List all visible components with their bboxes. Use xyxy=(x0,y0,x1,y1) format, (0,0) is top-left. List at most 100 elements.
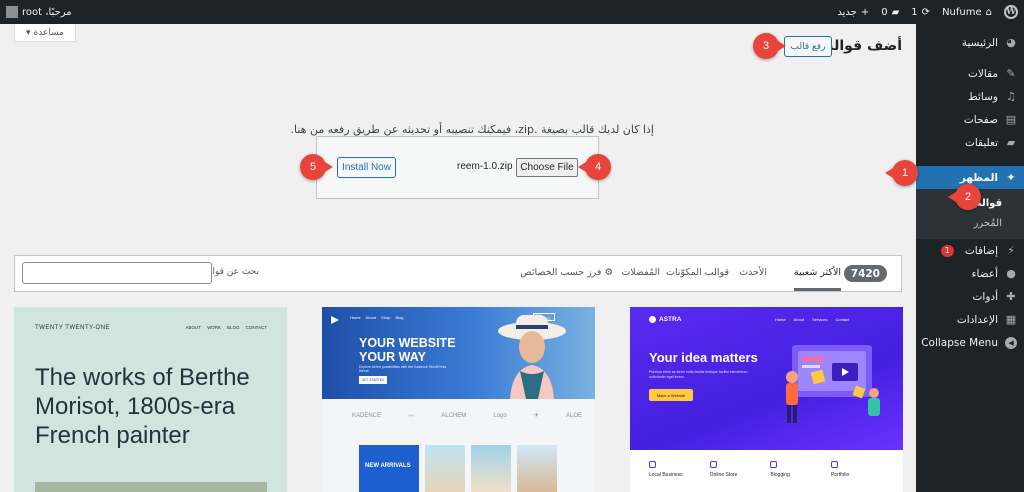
astra-illustration xyxy=(786,345,880,423)
feature-filter-label: فرز حسب الخصائص xyxy=(520,267,602,278)
kadence-nav-item: Home xyxy=(350,315,361,320)
partner-logo: Logo xyxy=(493,412,507,419)
sidebar-item-media[interactable]: ♫ وسائط xyxy=(916,85,1024,108)
comments-count: 0 xyxy=(881,6,888,18)
tt1-nav-item: CONTACT xyxy=(245,325,267,330)
home-icon: ⌂ xyxy=(985,6,992,18)
tab-block-themes[interactable]: قوالب المكوّنات xyxy=(666,267,729,291)
astra-subtext: Pulvinar enim ac tortor nulla facilisi t… xyxy=(649,370,748,379)
wordpress-logo-icon: W xyxy=(1004,5,1018,19)
annotation-marker-3: 3 xyxy=(753,33,786,59)
sidebar-item-tools[interactable]: ✚ أدوات xyxy=(916,285,1024,308)
theme-count-badge: 7420 xyxy=(843,265,887,282)
annotation-marker-5: 5 xyxy=(300,154,333,180)
submenu-item-editor[interactable]: المُحرر xyxy=(916,213,1024,233)
tools-icon: ✚ xyxy=(1006,290,1016,303)
sidebar-item-comments[interactable]: ▰ تعليقات xyxy=(916,131,1024,154)
admin-bar: W ⌂ Nufume ⟳ 1 ▰ 0 + جديد مرحبًا، root xyxy=(0,0,1024,24)
astra-nav: Home About Services Contact xyxy=(775,317,849,322)
account-menu[interactable]: مرحبًا، root xyxy=(0,0,78,24)
updates-menu[interactable]: ⟳ 1 xyxy=(905,0,936,24)
sidebar-item-label: المظهر xyxy=(959,171,998,184)
astra-feature-label: Portfolio xyxy=(830,472,850,478)
upload-description: إذا كان لديك قالب بصيغة .zip، فيمكنك تنص… xyxy=(290,123,655,136)
admin-sidebar: ◕ الرئيسية ✎ مقالات ♫ وسائط ▤ صفحات ▰ تع… xyxy=(916,24,1024,492)
new-content-menu[interactable]: + جديد xyxy=(831,0,875,24)
store-icon xyxy=(649,461,656,468)
sidebar-item-label: الرئيسية xyxy=(961,36,998,49)
help-label: مساعدة xyxy=(33,27,64,38)
theme-filter-bar: 7420 الأكثر شعبية الأحدث قوالب المكوّنات… xyxy=(14,255,902,292)
theme-card-twenty-twenty-one[interactable]: TWENTY TWENTY-ONE ABOUT WORK BLOG CONTAC… xyxy=(14,307,287,492)
sidebar-item-dashboard[interactable]: ◕ الرئيسية xyxy=(916,31,1024,54)
sidebar-item-posts[interactable]: ✎ مقالات xyxy=(916,62,1024,85)
pin-icon: ✎ xyxy=(1006,67,1016,80)
tab-latest[interactable]: الأحدث xyxy=(739,267,767,291)
sidebar-item-settings[interactable]: ▦ الإعدادات xyxy=(916,308,1024,331)
astra-cta: Make a Website xyxy=(649,389,693,401)
help-tab-button[interactable]: مساعدة ▾ xyxy=(14,24,76,42)
sidebar-item-label: أدوات xyxy=(972,290,998,303)
bag-icon xyxy=(709,461,717,468)
main-content: مساعدة ▾ أضف قوالب رفع قالب إذا كان لديك… xyxy=(0,24,916,492)
astra-logo-icon xyxy=(649,316,656,323)
kadence-arrivals-tile: NEW ARRIVALS xyxy=(359,445,419,492)
search-themes-input[interactable] xyxy=(22,262,212,284)
astra-logo-text: ASTRA xyxy=(659,316,682,323)
sidebar-item-users[interactable]: ● أعضاء xyxy=(916,262,1024,285)
tt1-nav-item: WORK xyxy=(207,325,222,330)
plugin-icon: ⚡ xyxy=(1007,244,1015,257)
tab-favorites[interactable]: المُفضلات xyxy=(621,267,660,291)
sidebar-item-collapse[interactable]: ◀ Collapse Menu xyxy=(916,331,1024,354)
sidebar-item-label: إضافات xyxy=(964,244,998,257)
astra-nav-item: Home xyxy=(775,317,786,322)
avatar xyxy=(6,6,18,18)
pen-icon xyxy=(770,461,778,468)
greeting: مرحبًا، root xyxy=(22,6,72,18)
astra-headline: Your idea matters xyxy=(649,350,758,365)
kadence-hero: Home About Shop Blog GET STARTED YOUR WE… xyxy=(322,307,595,399)
wp-logo-menu[interactable]: W xyxy=(998,0,1024,24)
tt1-nav-item: ABOUT xyxy=(185,325,202,330)
sidebar-item-label: Collapse Menu xyxy=(921,336,998,349)
collapse-icon: ◀ xyxy=(1005,336,1017,349)
astra-feature-label: Online Store xyxy=(709,472,738,478)
kadence-product-photo xyxy=(425,445,465,492)
tt1-nav-item: BLOG xyxy=(227,325,240,330)
install-now-button[interactable]: Install Now xyxy=(337,157,396,178)
plugins-update-badge: 1 xyxy=(940,244,954,257)
kadence-nav-item: Blog xyxy=(395,315,404,320)
astra-nav-item: About xyxy=(793,317,805,322)
choose-file-button[interactable]: Choose File xyxy=(516,158,578,177)
kadence-logo-icon xyxy=(331,316,339,324)
astra-feature: Portfolio xyxy=(830,461,889,478)
kadence-nav-item: Shop xyxy=(381,315,391,320)
astra-feature: Local Business xyxy=(649,461,707,478)
settings-icon: ▦ xyxy=(1005,313,1017,326)
caret-down-icon: ▾ xyxy=(26,27,31,38)
comment-bubble-icon: ▰ xyxy=(891,6,900,18)
site-name-menu[interactable]: ⌂ Nufume xyxy=(936,0,998,24)
kadence-logo-row: KADENCE 〰 ALCHEM Logo ✈ ALOE xyxy=(352,411,582,421)
partner-logo: KADENCE xyxy=(352,412,382,419)
astra-feature: Online Store xyxy=(709,461,768,478)
upload-form: Install Now reem-1.0.zip Choose File xyxy=(316,136,599,199)
feature-filter-button[interactable]: ⚙ فرز حسب الخصائص xyxy=(520,267,613,291)
tt1-heading: The works of Berthe Morisot, 1800s-era F… xyxy=(35,364,250,449)
upload-theme-button[interactable]: رفع قالب xyxy=(784,36,832,57)
theme-card-kadence[interactable]: Home About Shop Blog GET STARTED YOUR WE… xyxy=(322,307,595,492)
updates-count: 1 xyxy=(911,6,918,18)
sidebar-item-pages[interactable]: ▤ صفحات xyxy=(916,108,1024,131)
kadence-nav-item: About xyxy=(365,315,377,320)
updates-icon: ⟳ xyxy=(921,6,931,18)
partner-logo: 〰 xyxy=(408,414,415,420)
kadence-product-photo xyxy=(471,445,511,492)
tab-popular[interactable]: الأكثر شعبية xyxy=(793,267,841,291)
kadence-cta: GET STARTED xyxy=(359,376,387,384)
comment-icon: ▰ xyxy=(1006,136,1016,149)
comments-menu[interactable]: ▰ 0 xyxy=(875,0,905,24)
sidebar-item-plugins[interactable]: ⚡ إضافات 1 xyxy=(916,239,1024,262)
plus-icon: + xyxy=(860,6,870,18)
theme-card-astra[interactable]: ASTRA Home About Services Contact Your i… xyxy=(630,307,903,492)
kadence-subtext: Explore all the possibilities with the K… xyxy=(359,365,447,373)
